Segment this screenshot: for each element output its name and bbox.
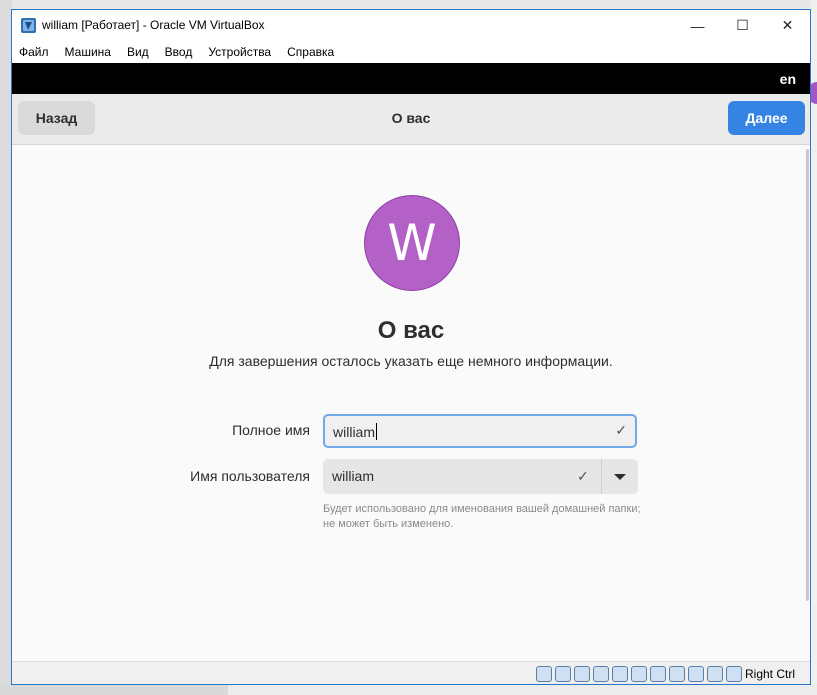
maximize-button[interactable]: ☐ xyxy=(720,10,765,41)
chevron-down-icon xyxy=(614,473,626,480)
close-button[interactable]: ✕ xyxy=(765,10,810,41)
full-name-label: Полное имя xyxy=(232,422,310,438)
audio-icon[interactable] xyxy=(574,666,590,682)
menu-devices[interactable]: Устройства xyxy=(208,45,271,59)
title-bar[interactable]: william [Работает] - Oracle VM VirtualBo… xyxy=(12,10,810,41)
desktop-background-right xyxy=(811,0,817,695)
scrollbar[interactable] xyxy=(806,149,809,601)
text-caret xyxy=(376,423,377,440)
minimize-button[interactable]: — xyxy=(675,10,720,41)
optical-drive-icon[interactable] xyxy=(555,666,571,682)
next-button[interactable]: Далее xyxy=(728,101,805,135)
status-bar: Right Ctrl xyxy=(12,661,810,684)
menu-machine[interactable]: Машина xyxy=(65,45,111,59)
mouse-integration-icon[interactable] xyxy=(726,666,742,682)
virtualbox-window: william [Работает] - Oracle VM VirtualBo… xyxy=(11,9,811,685)
desktop-background-bottom xyxy=(0,684,817,695)
shared-folders-icon[interactable] xyxy=(631,666,647,682)
recording-icon[interactable] xyxy=(669,666,685,682)
menu-input[interactable]: Ввод xyxy=(165,45,193,59)
language-indicator[interactable]: en xyxy=(780,71,796,87)
page-title: О вас xyxy=(377,317,445,344)
username-dropdown-button[interactable] xyxy=(602,459,638,494)
guest-top-bar: en xyxy=(12,63,810,94)
window-title: william [Работает] - Oracle VM VirtualBo… xyxy=(42,18,265,32)
cpu-icon[interactable] xyxy=(688,666,704,682)
full-name-value: william xyxy=(333,423,377,440)
menu-help[interactable]: Справка xyxy=(287,45,334,59)
usb-icon[interactable] xyxy=(612,666,628,682)
menu-view[interactable]: Вид xyxy=(127,45,149,59)
display-icon[interactable] xyxy=(650,666,666,682)
check-icon: ✓ xyxy=(577,468,589,484)
username-label: Имя пользователя xyxy=(190,468,310,484)
hard-disk-icon[interactable] xyxy=(536,666,552,682)
check-icon: ✓ xyxy=(615,422,627,438)
full-name-input[interactable]: william ✓ xyxy=(323,414,637,448)
menu-file[interactable]: Файл xyxy=(19,45,49,59)
username-hint: Будет использовано для именования вашей … xyxy=(323,503,641,530)
username-combo[interactable]: william ✓ xyxy=(323,459,638,494)
setup-header-bar: Назад О вас Далее xyxy=(12,94,810,145)
host-key-label: Right Ctrl xyxy=(745,667,796,681)
guest-screen: en Назад О вас Далее W О вас Для заверше… xyxy=(12,63,810,661)
header-title: О вас xyxy=(391,110,431,126)
username-value[interactable]: william xyxy=(332,468,374,484)
status-icons xyxy=(536,666,745,682)
avatar[interactable]: W xyxy=(364,195,460,291)
page-subtitle: Для завершения осталось указать еще немн… xyxy=(209,353,613,369)
virtualbox-icon xyxy=(21,18,36,33)
vt-x-icon[interactable] xyxy=(707,666,723,682)
network-icon[interactable] xyxy=(593,666,609,682)
menu-bar: Файл Машина Вид Ввод Устройства Справка xyxy=(12,41,810,63)
